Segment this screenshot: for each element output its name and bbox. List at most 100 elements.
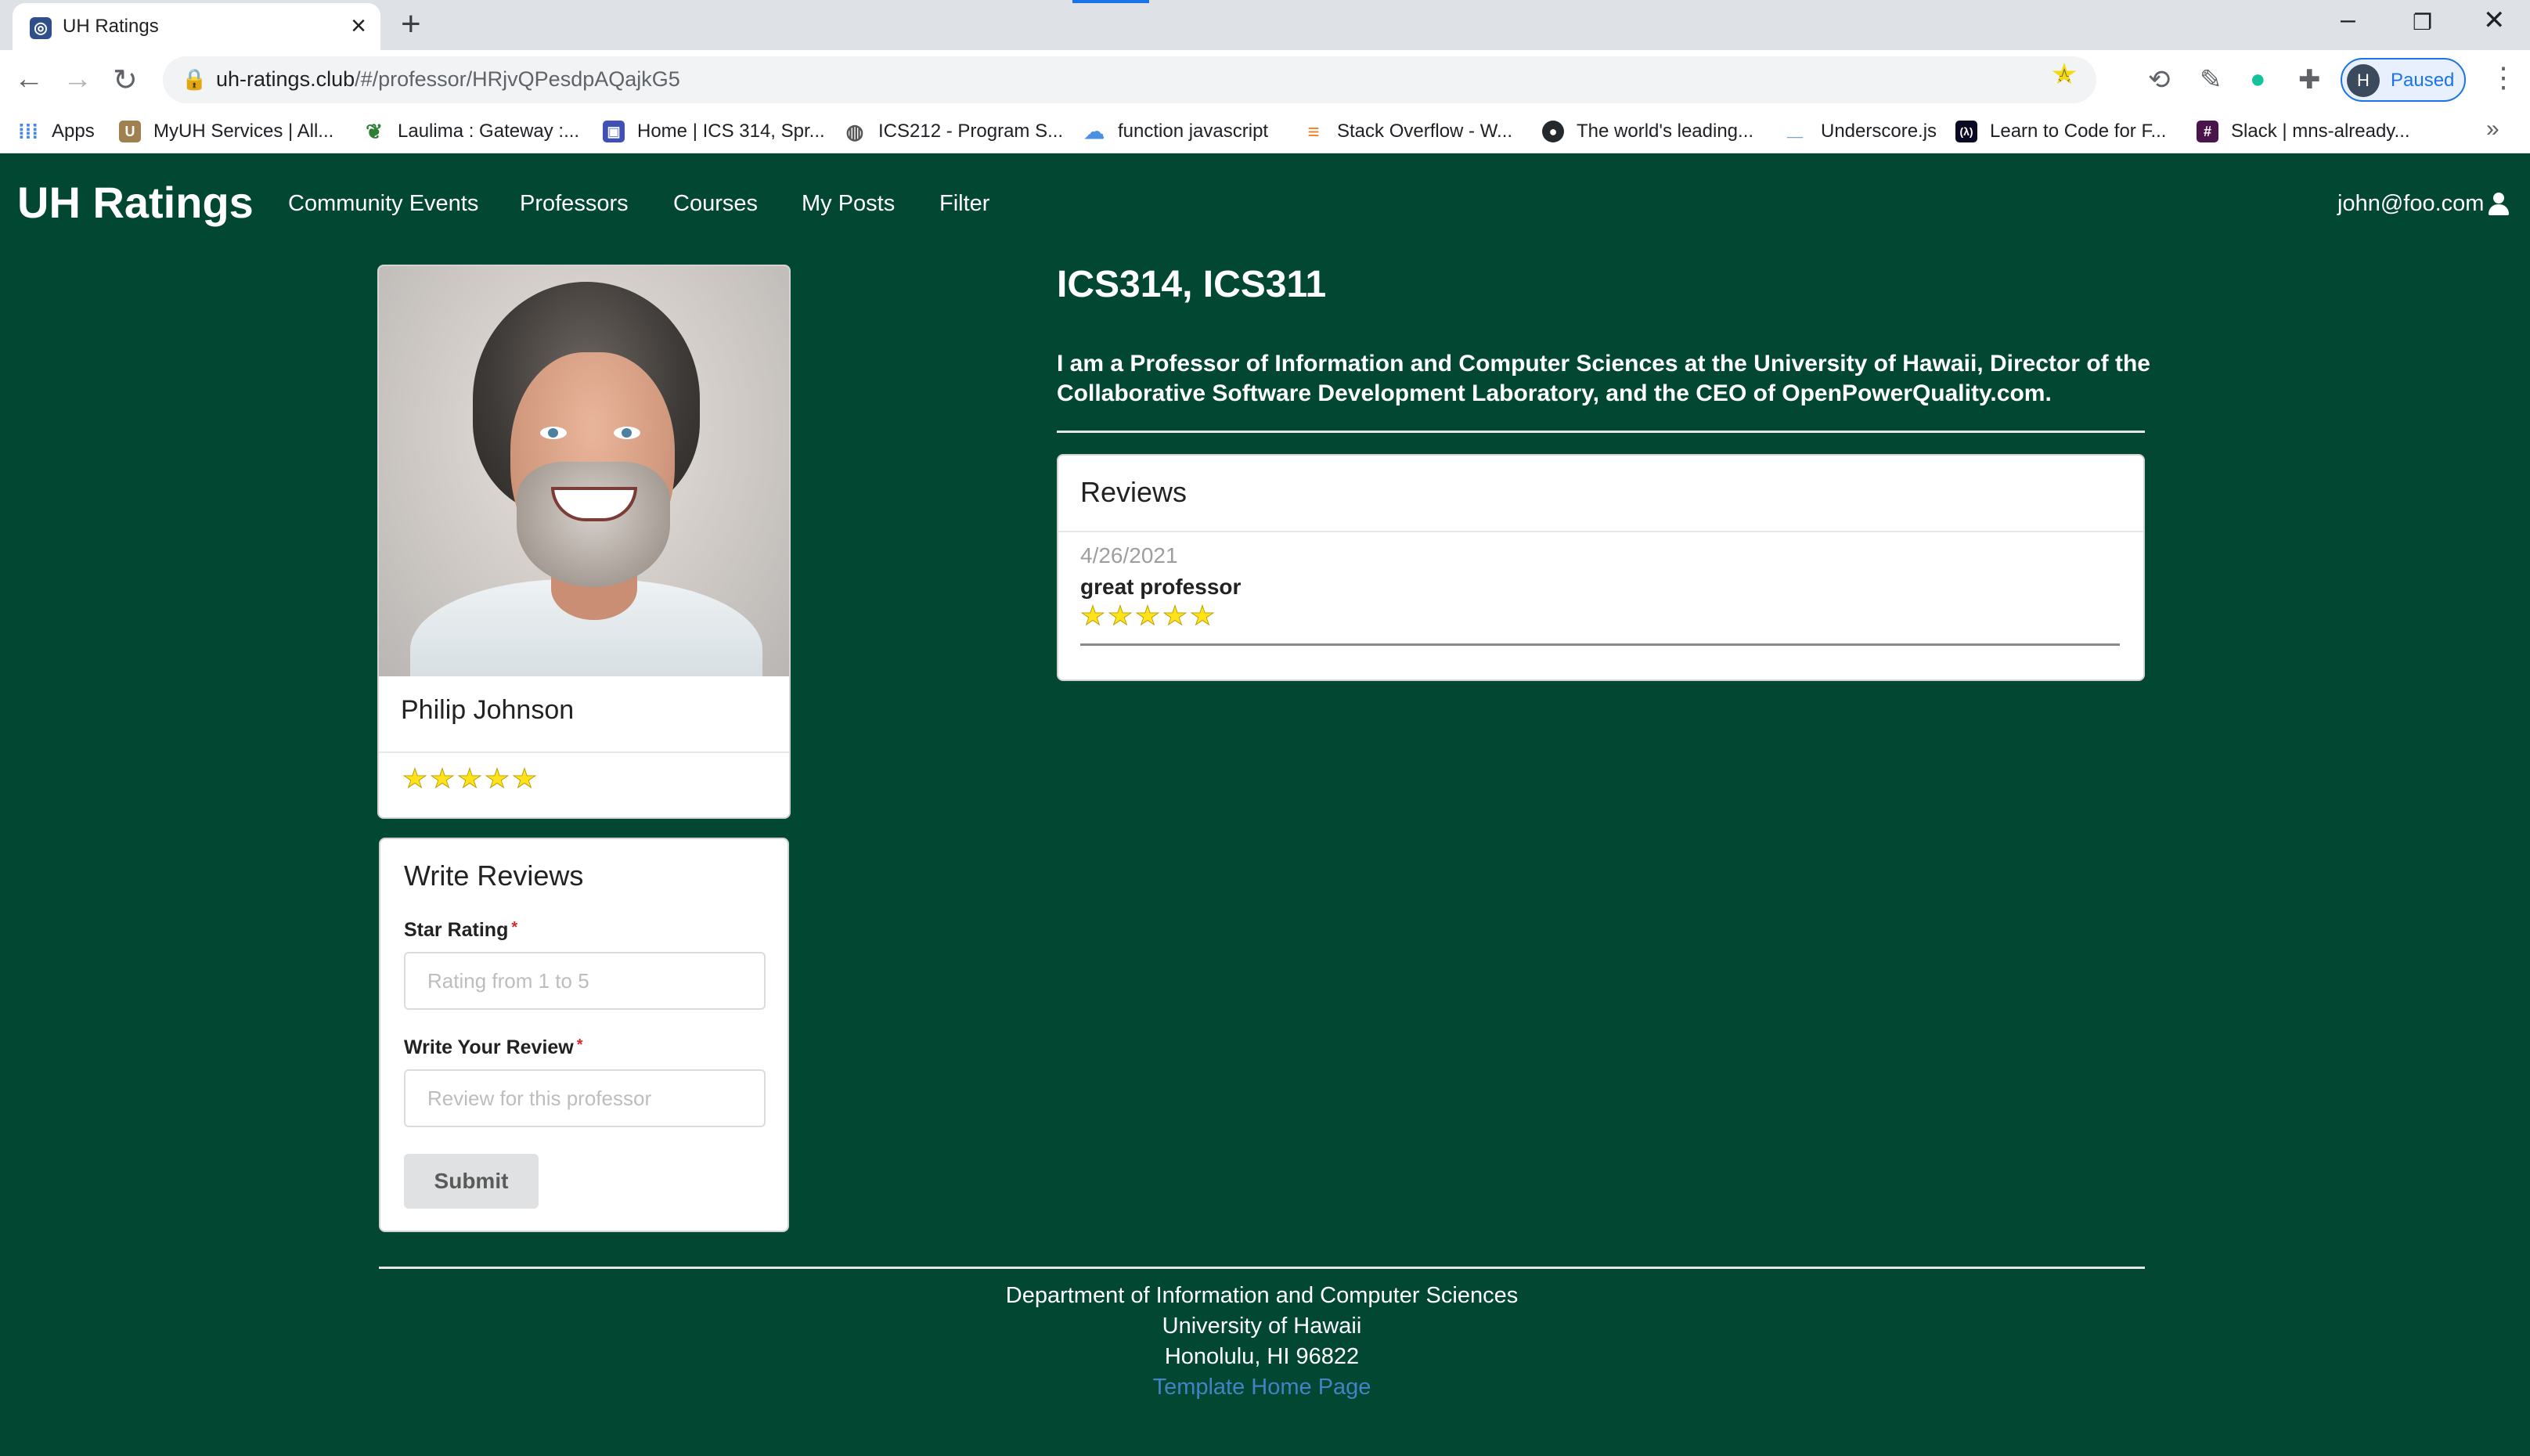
stackoverflow-icon: ≡ [1307,120,1320,143]
footer-university: University of Hawaii [1162,1314,1362,1339]
star-icon [1080,604,1105,628]
professor-description: I am a Professor of Information and Comp… [1057,351,2150,406]
window-close-icon[interactable]: ✕ [2483,5,2506,36]
bookmark-stack-overflow[interactable]: ≡ Stack Overflow - W... [1303,117,1512,146]
page-icon: ▣ [603,121,625,142]
nav-community-events[interactable]: Community Events [288,191,478,217]
minimize-icon[interactable]: – [2341,5,2355,35]
write-review-form: Write Reviews Star Rating* Write Your Re… [379,838,789,1232]
review-label: Write Your Review * [404,1036,583,1058]
footer-divider [379,1267,2145,1269]
more-bookmarks-icon[interactable]: » [2486,116,2499,142]
professor-name: Philip Johnson [401,695,575,725]
extensions-puzzle-icon[interactable]: ✚ [2298,64,2321,96]
site-favicon-icon: ◎ [30,17,52,39]
star-icon [1108,604,1133,628]
freecodecamp-icon: (λ) [1955,121,1977,142]
bookmark-github[interactable]: ● The world's leading... [1542,117,1753,146]
slack-icon: # [2197,121,2218,142]
bookmark-ics314[interactable]: ▣ Home | ICS 314, Spr... [603,117,825,146]
loading-indicator [1072,0,1149,3]
reviews-title: Reviews [1080,476,1188,508]
professor-courses: ICS314, ICS311 [1057,264,1327,305]
profile-status: Paused [2391,70,2455,91]
review-text-input[interactable] [404,1069,766,1127]
user-menu[interactable]: john@foo.com [2337,191,2510,217]
close-tab-icon[interactable]: × [351,11,366,41]
bookmark-function-javascript[interactable]: ☁ function javascript [1083,117,1268,146]
reload-icon[interactable]: ↻ [113,63,138,98]
footer-department: Department of Information and Computer S… [1005,1283,1519,1308]
browser-toolbar: ← → ↻ 🔒 uh-ratings.club/#/professor/HRjv… [0,50,2530,110]
nav-courses[interactable]: Courses [673,191,758,217]
nav-filter[interactable]: Filter [939,191,989,217]
bookmark-ics212[interactable]: ◍ ICS212 - Program S... [844,117,1063,146]
required-marker: * [511,919,518,936]
user-email: john@foo.com [2337,191,2485,216]
star-icon [512,767,537,791]
review-date: 4/26/2021 [1080,543,1178,568]
apps-grid-icon: ⁞⁞⁞ [18,120,38,143]
extension-sync-icon[interactable]: ⟲ [2148,64,2171,96]
github-icon: ● [1542,121,1564,142]
lock-icon: 🔒 [182,67,207,91]
address-bar[interactable]: 🔒 uh-ratings.club/#/professor/HRjvQPesdp… [163,56,2096,103]
star-rating-label: Star Rating * [404,919,518,941]
star-rating-input[interactable] [404,952,766,1010]
bookmark-myuh[interactable]: U MyUH Services | All... [119,117,333,146]
bookmark-freecodecamp[interactable]: (λ) Learn to Code for F... [1955,117,2166,146]
eyedropper-extension-icon[interactable]: ✎ [2200,64,2222,96]
url-text[interactable]: uh-ratings.club/#/professor/HRjvQPesdpAQ… [216,67,680,92]
nav-professors[interactable]: Professors [520,191,629,217]
uh-icon: U [119,121,141,142]
user-icon [2487,192,2510,216]
footer: Department of Information and Computer S… [379,1281,2145,1403]
grammarly-icon[interactable]: ● [2250,64,2266,95]
form-title: Write Reviews [404,860,584,892]
back-arrow-icon[interactable]: ← [14,63,44,96]
bookmark-underscore[interactable]: __ Underscore.js [1782,117,1937,146]
profile-button[interactable]: H Paused [2341,58,2466,102]
professor-rating [402,767,539,791]
star-icon [402,767,427,791]
star-icon [1135,604,1160,628]
star-icon [1190,604,1215,628]
required-marker: * [576,1036,583,1054]
browser-tab[interactable]: ◎ UH Ratings × [13,3,380,50]
submit-button[interactable]: Submit [404,1154,539,1209]
app-navbar: UH Ratings Community Events Professors C… [0,153,2530,260]
restore-icon[interactable]: ❐ [2413,9,2432,35]
tab-title: UH Ratings [63,16,159,37]
bookmark-apps[interactable]: ⁞⁞⁞ Apps [17,117,95,146]
bookmark-star-icon[interactable]: ☆ [2052,63,2077,85]
browser-tabstrip: ◎ UH Ratings × + – ❐ ✕ [0,0,2530,50]
reviews-card: Reviews 4/26/2021 great professor [1057,454,2145,681]
brand-logo[interactable]: UH Ratings [17,177,254,228]
avatar: H [2347,64,2380,97]
star-icon [430,767,455,791]
footer-address: Honolulu, HI 96822 [1164,1344,1360,1369]
star-icon [1162,604,1188,628]
globe-icon: ◍ [845,120,864,143]
professor-card: Philip Johnson [377,265,791,819]
bookmarks-bar: ⁞⁞⁞ Apps U MyUH Services | All... ❦ Laul… [0,110,2530,153]
card-divider [1058,531,2143,532]
star-icon [485,767,510,791]
review-divider [1080,643,2120,646]
leaf-icon: ❦ [366,120,383,143]
forward-arrow-icon[interactable]: → [63,63,92,96]
bookmark-laulima[interactable]: ❦ Laulima : Gateway :... [363,117,579,146]
star-icon [457,767,482,791]
review-text: great professor [1080,575,1242,599]
cloud-icon: ☁ [1084,120,1105,143]
professor-photo [379,266,789,676]
review-rating [1080,604,1217,628]
section-divider [1057,431,2145,433]
underscore-icon: __ [1786,124,1804,139]
nav-my-posts[interactable]: My Posts [802,191,895,217]
browser-menu-icon[interactable]: ⋮ [2489,61,2517,94]
card-divider [379,751,789,753]
template-home-link[interactable]: Template Home Page [1153,1375,1371,1400]
bookmark-slack[interactable]: # Slack | mns-already... [2197,117,2410,146]
new-tab-icon[interactable]: + [401,5,421,44]
